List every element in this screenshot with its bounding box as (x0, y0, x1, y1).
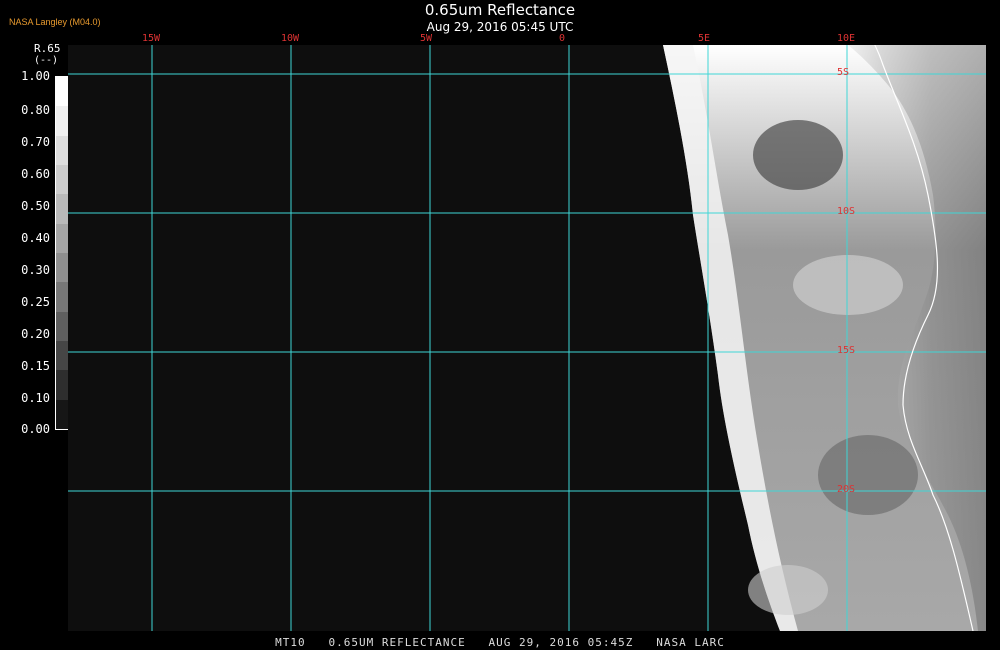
cloud-cluster (818, 435, 918, 515)
latitude-label: 5S (837, 67, 850, 78)
map-title: 0.65um Reflectance (424, 1, 576, 19)
colorbar-tick-label: 0.70 (21, 135, 50, 149)
colorbar-tick-label: 0.60 (21, 167, 50, 181)
colorbar-tick-label: 0.80 (21, 103, 50, 117)
latitude-label: 20S (837, 484, 856, 495)
longitude-label: 10W (281, 33, 300, 44)
longitude-label: 10E (837, 33, 856, 44)
longitude-label: 15W (142, 33, 161, 44)
satellite-map[interactable] (68, 45, 986, 631)
cloud-cluster (753, 120, 843, 190)
colorbar-tick-label: 0.50 (21, 199, 50, 213)
colorbar-tick-label: 0.10 (21, 391, 50, 405)
colorbar-tick-label: 0.00 (21, 422, 50, 436)
legend-unit: (--) (34, 55, 59, 66)
colorbar-tick-label: 0.20 (21, 327, 50, 341)
latitude-label: 10S (837, 206, 856, 217)
map-canvas (68, 45, 986, 631)
cloud-cluster (748, 565, 828, 615)
cloud-cluster (793, 255, 903, 315)
colorbar-tick-label: 0.30 (21, 263, 50, 277)
longitude-label: 0 (559, 33, 566, 44)
colorbar-tick-label: 0.25 (21, 295, 50, 309)
bottom-caption: MT10 0.65UM REFLECTANCE AUG 29, 2016 05:… (275, 636, 725, 649)
colorbar-tick-label: 0.15 (21, 359, 50, 373)
colorbar-tick-label: 0.40 (21, 231, 50, 245)
colorbar-tick-label: 1.00 (21, 69, 50, 83)
legend-variable-name: R.65 (34, 42, 61, 55)
latitude-label: 15S (837, 345, 856, 356)
longitude-label: 5W (420, 33, 433, 44)
longitude-label: 5E (698, 33, 711, 44)
map-subtitle: Aug 29, 2016 05:45 UTC (426, 20, 574, 34)
